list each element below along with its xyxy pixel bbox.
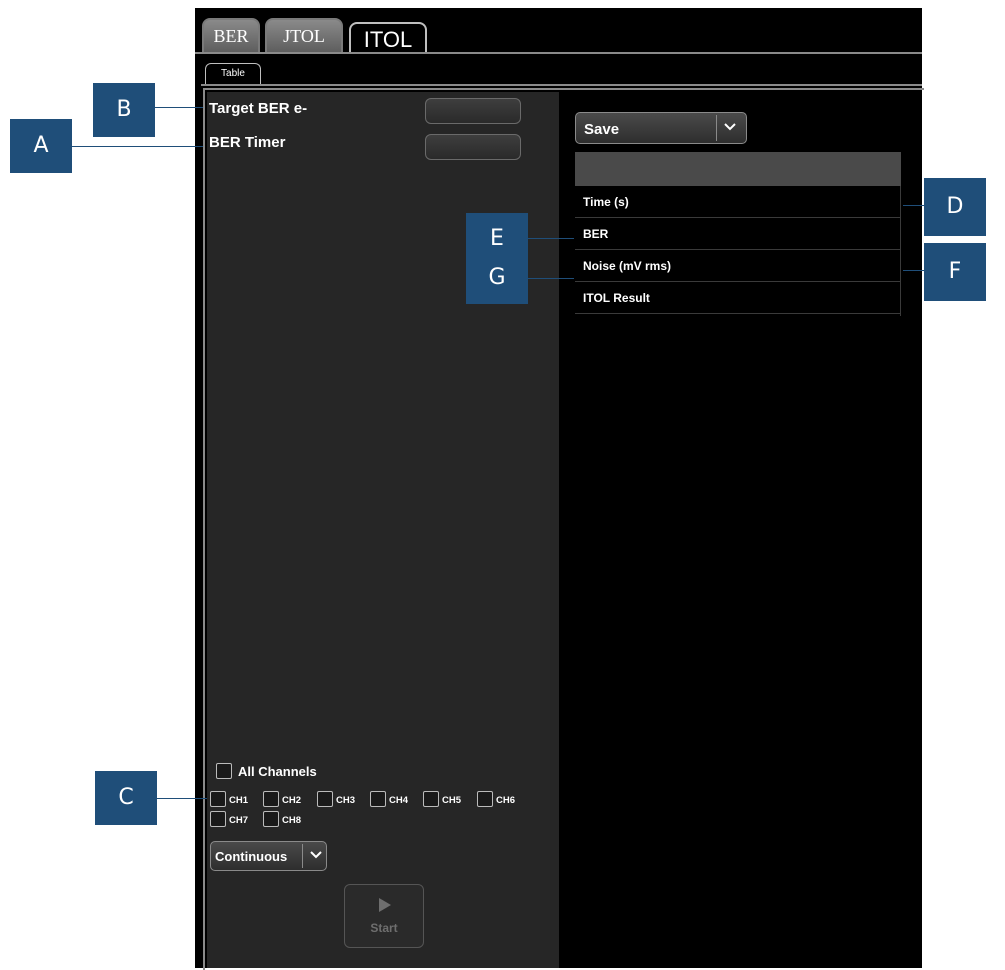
callout-g-leader bbox=[528, 278, 574, 279]
ber-timer-label: BER Timer bbox=[209, 134, 286, 151]
ch1-checkbox[interactable] bbox=[210, 791, 226, 807]
start-button[interactable]: Start bbox=[344, 884, 424, 948]
ch3-label: CH3 bbox=[336, 795, 356, 806]
noise-row-label: Noise (mV rms) bbox=[583, 259, 672, 273]
ch2-checkbox[interactable] bbox=[263, 791, 279, 807]
ch5-label: CH5 bbox=[442, 795, 462, 806]
callout-c: C bbox=[95, 771, 157, 825]
table-row: ITOL Result bbox=[575, 282, 901, 314]
callout-e-leader bbox=[528, 238, 574, 239]
callout-f: F bbox=[924, 243, 986, 301]
target-ber-label: Target BER e- bbox=[209, 100, 308, 117]
ch2-label: CH2 bbox=[282, 795, 302, 806]
mode-dropdown-separator bbox=[302, 844, 303, 868]
tab-jtol[interactable]: JTOL bbox=[265, 18, 343, 52]
ch5-checkbox[interactable] bbox=[423, 791, 439, 807]
subtab-divider bbox=[201, 84, 922, 86]
ch7-checkbox[interactable] bbox=[210, 811, 226, 827]
ch4-checkbox[interactable] bbox=[370, 791, 386, 807]
ch7-label: CH7 bbox=[229, 815, 249, 826]
table-border bbox=[900, 186, 901, 316]
table-row: Noise (mV rms) bbox=[575, 250, 901, 282]
table-row: BER bbox=[575, 218, 901, 250]
tab-jtol-label: JTOL bbox=[283, 26, 325, 46]
mode-dropdown-value: Continuous bbox=[215, 849, 288, 864]
callout-c-leader bbox=[157, 798, 207, 799]
ch8-checkbox[interactable] bbox=[263, 811, 279, 827]
save-dropdown-separator bbox=[716, 115, 717, 141]
chevron-down-icon bbox=[721, 118, 739, 141]
play-icon bbox=[377, 897, 393, 918]
results-panel: Save Time (s) BER Noise (mV rms) ITOL Re… bbox=[561, 92, 922, 968]
callout-b-leader bbox=[155, 107, 203, 108]
callout-g: G bbox=[466, 252, 528, 304]
subtab-table-label: Table bbox=[221, 68, 245, 79]
callout-a: A bbox=[10, 119, 72, 173]
chevron-down-icon bbox=[307, 846, 325, 869]
ch6-label: CH6 bbox=[496, 795, 516, 806]
mode-dropdown[interactable]: Continuous bbox=[210, 841, 327, 871]
subtab-table[interactable]: Table bbox=[205, 63, 261, 85]
results-table-header bbox=[575, 152, 901, 186]
save-dropdown-value: Save bbox=[584, 121, 620, 138]
start-button-label: Start bbox=[370, 921, 398, 935]
ch6-checkbox[interactable] bbox=[477, 791, 493, 807]
table-row: Time (s) bbox=[575, 186, 901, 218]
tab-itol-label: ITOL bbox=[363, 27, 413, 52]
ber-timer-input[interactable] bbox=[425, 134, 521, 160]
ch3-checkbox[interactable] bbox=[317, 791, 333, 807]
time-row-label: Time (s) bbox=[583, 195, 629, 209]
callout-b: B bbox=[93, 83, 155, 137]
itol-result-row-label: ITOL Result bbox=[583, 291, 650, 305]
ch1-label: CH1 bbox=[229, 795, 249, 806]
ch4-label: CH4 bbox=[389, 795, 409, 806]
all-channels-label: All Channels bbox=[238, 764, 317, 779]
tab-divider bbox=[195, 52, 922, 54]
callout-f-leader bbox=[903, 270, 924, 271]
target-ber-input[interactable] bbox=[425, 98, 521, 124]
callout-d-leader bbox=[903, 205, 924, 206]
tab-itol[interactable]: ITOL bbox=[349, 22, 427, 54]
ber-row-label: BER bbox=[583, 227, 609, 241]
save-dropdown[interactable]: Save bbox=[575, 112, 747, 144]
itol-application-window: BER JTOL ITOL Table Target BER e- BER Ti… bbox=[195, 8, 924, 970]
callout-d: D bbox=[924, 178, 986, 236]
callout-a-leader bbox=[72, 146, 203, 147]
tab-ber-label: BER bbox=[213, 26, 249, 46]
ch8-label: CH8 bbox=[282, 815, 302, 826]
tab-ber[interactable]: BER bbox=[202, 18, 260, 52]
all-channels-checkbox[interactable] bbox=[216, 763, 232, 779]
